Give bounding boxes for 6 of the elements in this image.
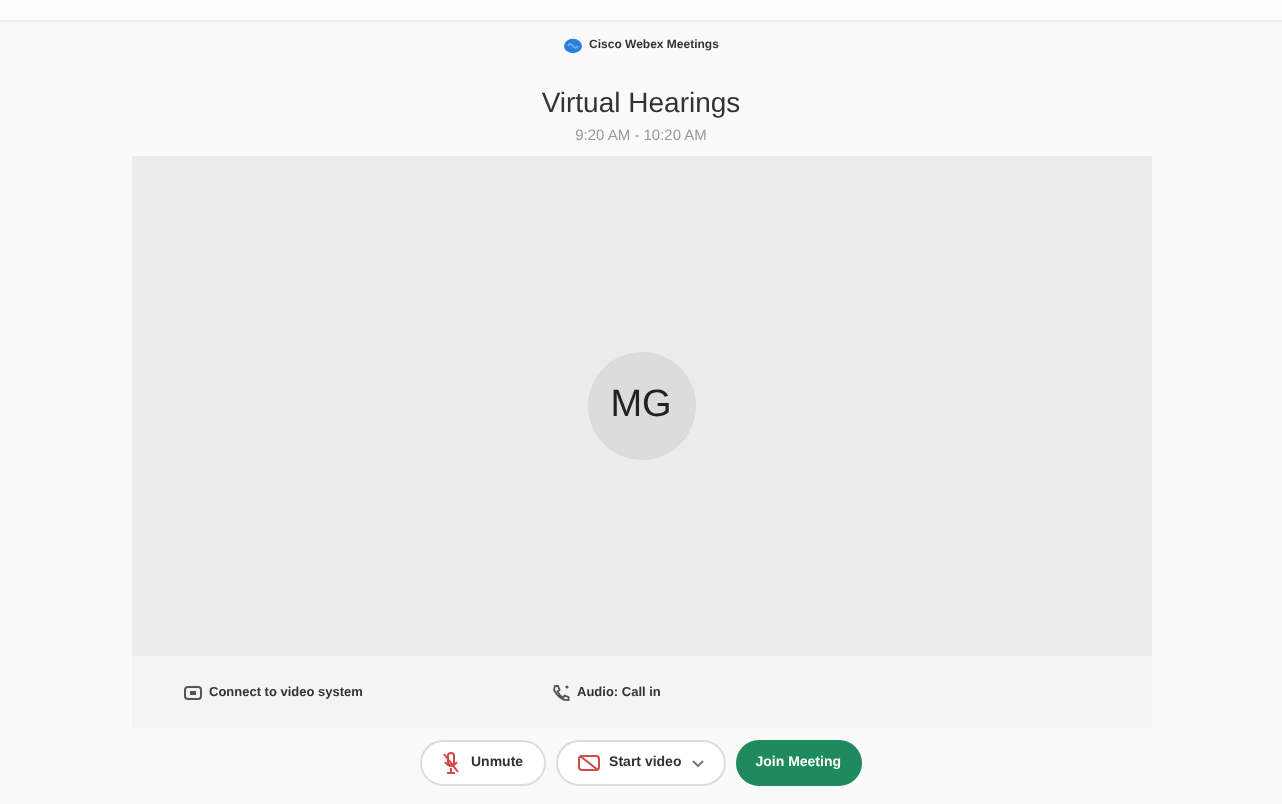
chevron-down-icon <box>691 759 704 767</box>
avatar: MG <box>587 352 695 460</box>
screen-icon <box>183 685 201 699</box>
webex-logo-icon <box>563 38 582 54</box>
meeting-title: Virtual Hearings <box>541 84 741 120</box>
phone-icon <box>551 683 569 701</box>
